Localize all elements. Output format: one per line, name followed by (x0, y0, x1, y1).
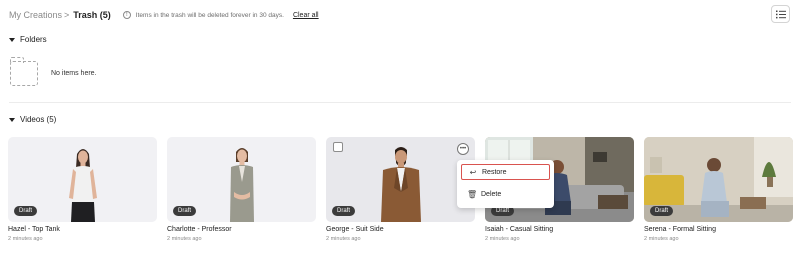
video-card[interactable]: ••• Draft George - Suit Side 2 minutes a… (326, 137, 475, 242)
video-title: George - Suit Side (326, 226, 384, 233)
breadcrumb-current: Trash (5) (73, 10, 111, 20)
trash-info: ! Items in the trash will be deleted for… (122, 11, 284, 19)
clear-all-link[interactable]: Clear all (293, 12, 319, 19)
card-context-menu: ↩ Restore 🗑 Delete (457, 160, 554, 208)
video-thumbnail[interactable]: Draft (644, 137, 793, 222)
video-title: Hazel - Top Tank (8, 226, 60, 233)
trash-icon: 🗑 (467, 189, 478, 199)
video-thumbnail[interactable]: Draft (167, 137, 316, 222)
more-options-icon[interactable]: ••• (457, 143, 469, 155)
video-time: 2 minutes ago (485, 236, 520, 242)
videos-title: Videos (5) (20, 115, 57, 124)
avatar-figure (229, 148, 254, 222)
section-divider (9, 102, 791, 103)
caret-down-icon (9, 117, 15, 122)
breadcrumb-parent[interactable]: My Creations (9, 10, 62, 20)
draft-badge: Draft (650, 206, 674, 216)
list-view-button[interactable] (771, 5, 790, 23)
video-title: Serena - Formal Sitting (644, 226, 716, 233)
video-card[interactable]: Draft Serena - Formal Sitting 2 minutes … (644, 137, 793, 242)
delete-label: Delete (481, 190, 502, 198)
info-icon: ! (122, 11, 131, 19)
folders-section-toggle[interactable]: Folders (9, 35, 47, 44)
video-time: 2 minutes ago (167, 236, 202, 242)
video-time: 2 minutes ago (644, 236, 679, 242)
select-checkbox[interactable] (333, 142, 343, 152)
video-thumbnail[interactable]: ••• Draft (326, 137, 475, 222)
video-title: Isaiah - Casual Sitting (485, 226, 554, 233)
video-card[interactable]: Draft Charlotte - Professor 2 minutes ag… (167, 137, 316, 242)
delete-menu-item[interactable]: 🗑 Delete (461, 186, 550, 202)
draft-badge: Draft (332, 206, 356, 216)
video-card[interactable]: Draft Hazel - Top Tank 2 minutes ago (8, 137, 157, 242)
video-time: 2 minutes ago (326, 236, 361, 242)
draft-badge: Draft (14, 206, 38, 216)
restore-label: Restore (482, 168, 507, 176)
trash-info-text: Items in the trash will be deleted forev… (135, 11, 284, 19)
header: My Creations > Trash (5) ! Items in the … (9, 5, 790, 24)
avatar-figure (68, 149, 97, 222)
empty-folder-icon (10, 57, 38, 86)
avatar-figure (380, 147, 421, 222)
video-thumbnail[interactable]: Draft (8, 137, 157, 222)
undo-icon: ↩ (469, 167, 477, 177)
restore-menu-item[interactable]: ↩ Restore (461, 164, 550, 180)
folders-title: Folders (20, 35, 47, 44)
draft-badge: Draft (173, 206, 197, 216)
folders-empty-text: No items here. (51, 70, 97, 77)
video-title: Charlotte - Professor (167, 226, 232, 233)
breadcrumb-separator: > (64, 10, 70, 20)
video-time: 2 minutes ago (8, 236, 43, 242)
list-view-icon (775, 10, 786, 18)
caret-down-icon (9, 37, 15, 42)
videos-section-toggle[interactable]: Videos (5) (9, 115, 56, 124)
